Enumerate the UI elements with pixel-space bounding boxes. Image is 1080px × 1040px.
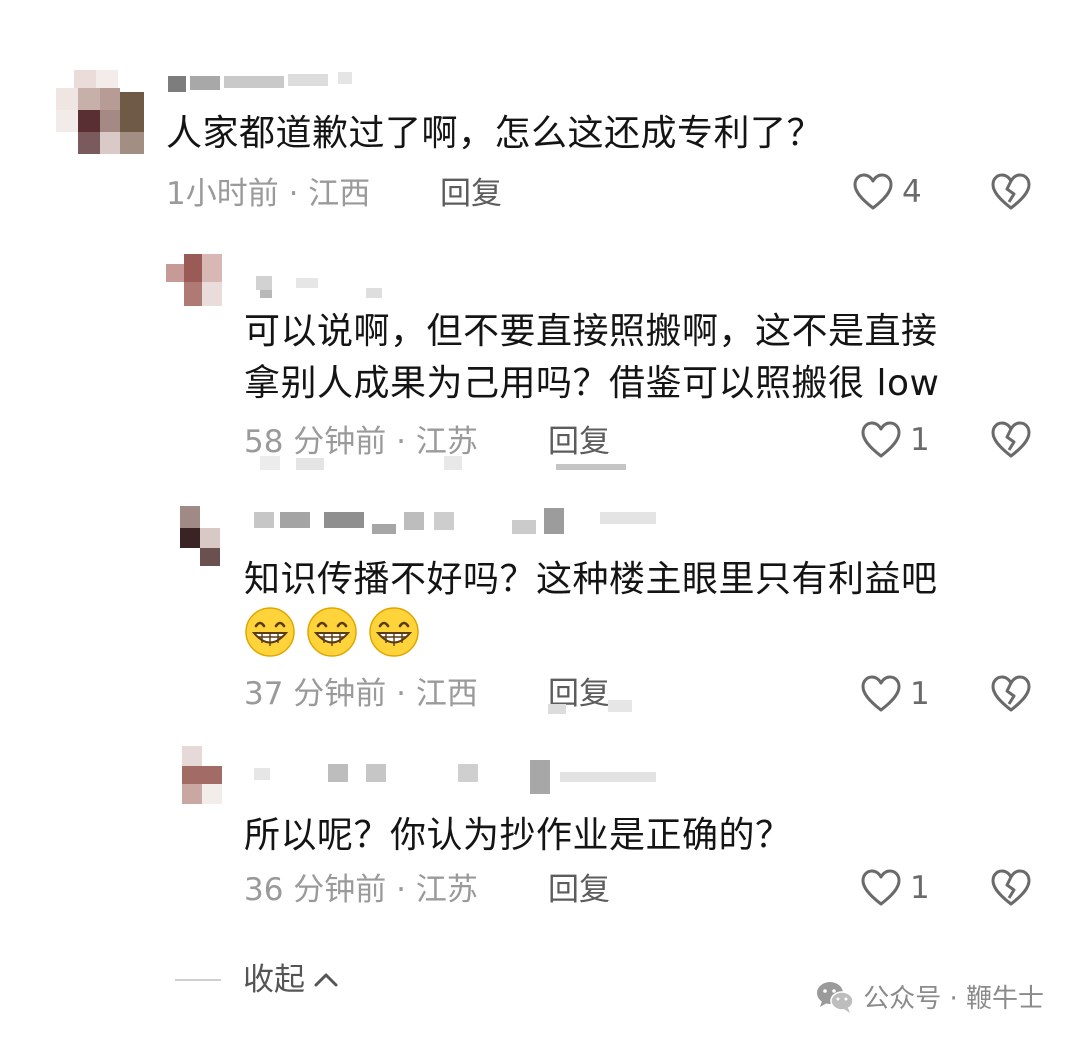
chevron-up-icon <box>314 973 338 987</box>
heart-icon <box>853 173 893 210</box>
blur-artifact <box>260 452 640 476</box>
heart-icon <box>861 869 901 906</box>
comment-text-line-2: 拿别人成果为己用吗？借鉴可以照搬很 low <box>244 363 940 404</box>
collapse-replies-button[interactable]: 收起 <box>175 960 341 1000</box>
avatar[interactable] <box>56 66 148 158</box>
comment-text: 人家都道歉过了啊，怎么这还成专利了？ <box>166 113 824 154</box>
grin-emoji-icon <box>369 607 419 657</box>
wechat-icon <box>817 981 854 1013</box>
username-blurred[interactable] <box>254 508 674 536</box>
like-count: 1 <box>910 676 930 712</box>
like-button[interactable]: 4 <box>852 172 922 212</box>
comment-text-line-1: 可以说啊，但不要直接照搬啊，这不是直接 <box>244 311 938 352</box>
like-count: 4 <box>902 174 922 210</box>
username-blurred[interactable] <box>254 760 674 794</box>
reply-button[interactable]: 回复 <box>440 174 502 214</box>
grin-emoji-icon <box>245 607 295 657</box>
grin-emoji-icon <box>307 607 357 657</box>
collapse-label: 收起 <box>243 962 305 998</box>
broken-heart-icon[interactable] <box>990 420 1032 460</box>
like-button[interactable]: 1 <box>860 674 930 714</box>
comment-text: 所以呢？你认为抄作业是正确的？ <box>244 815 792 856</box>
like-button[interactable]: 1 <box>860 420 930 460</box>
avatar[interactable] <box>182 746 222 804</box>
watermark: 公众号 · 鞭牛士 <box>815 978 1044 1015</box>
avatar[interactable] <box>166 254 222 310</box>
comment-meta: 37 分钟前 · 江西 <box>244 676 478 712</box>
comment-meta: 36 分钟前 · 江苏 <box>244 872 478 908</box>
comment-text-line-1: 知识传播不好吗？这种楼主眼里只有利益吧 <box>244 559 938 600</box>
comment-meta: 1小时前 · 江西 <box>166 176 371 212</box>
like-button[interactable]: 1 <box>860 868 930 908</box>
broken-heart-icon[interactable] <box>990 172 1032 212</box>
like-count: 1 <box>910 422 930 458</box>
like-count: 1 <box>910 870 930 906</box>
blur-artifact <box>548 700 638 716</box>
divider <box>175 979 221 981</box>
broken-heart-icon[interactable] <box>990 868 1032 908</box>
username-blurred[interactable] <box>256 272 396 298</box>
reply-button[interactable]: 回复 <box>548 870 610 910</box>
avatar[interactable] <box>180 506 220 566</box>
watermark-text: 公众号 · 鞭牛士 <box>863 984 1044 1014</box>
heart-icon <box>861 421 901 458</box>
username-blurred[interactable] <box>168 68 388 94</box>
heart-icon <box>861 675 901 712</box>
broken-heart-icon[interactable] <box>990 674 1032 714</box>
